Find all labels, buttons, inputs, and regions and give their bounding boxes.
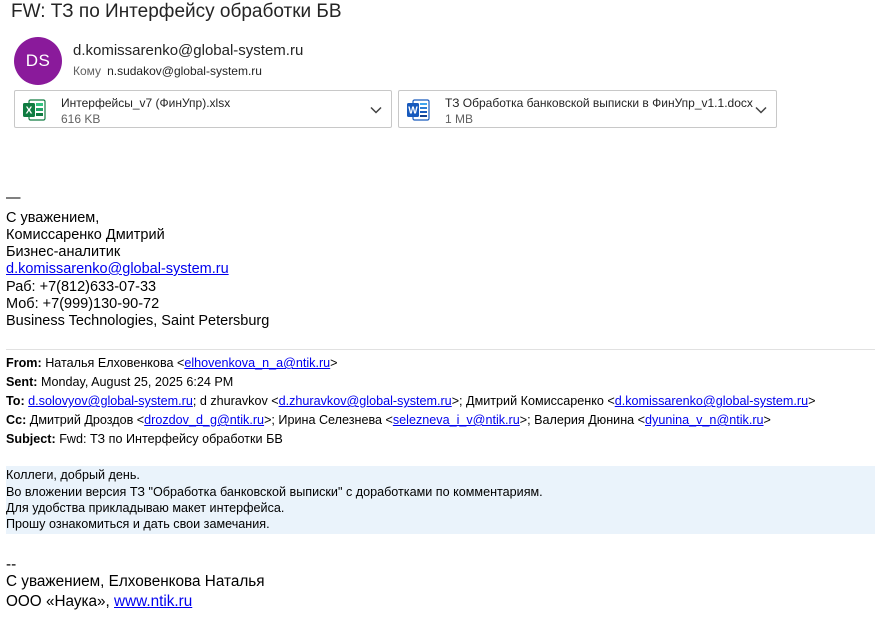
attachment-size: 616 KB [61, 112, 101, 126]
divider [6, 349, 875, 350]
body-line: Коллеги, добрый день. [6, 468, 140, 482]
cc-end: > [763, 413, 771, 427]
sent-value: Monday, August 25, 2025 6:24 PM [40, 375, 234, 389]
to-email-link[interactable]: d.zhuravkov@global-system.ru [279, 394, 452, 408]
attachment-name: ТЗ Обработка банковской выписки в ФинУпр… [445, 96, 753, 110]
signature-email-row: d.komissarenko@global-system.ru [6, 261, 229, 278]
recipient-row: Кому n.sudakov@global-system.ru [73, 64, 262, 78]
signature-regards: С уважением, [6, 210, 100, 226]
from-name: Наталья Елховенкова < [45, 356, 185, 370]
chevron-down-icon[interactable] [752, 101, 770, 119]
cc-name: Дмитрий Дроздов < [29, 413, 145, 427]
to-separator: >; Дмитрий Комиссаренко < [451, 394, 615, 408]
to-email-link[interactable]: d.solovyov@global-system.ru [28, 394, 193, 408]
word-file-icon: W [407, 99, 430, 121]
message-body: Коллеги, добрый день. Во вложении версия… [6, 466, 875, 534]
body-line: Для удобства прикладываю макет интерфейс… [6, 501, 285, 515]
avatar-initials: DS [25, 51, 51, 70]
subject-value: Fwd: ТЗ по Интерфейсу обработки БВ [59, 432, 283, 446]
recipient-address[interactable]: n.sudakov@global-system.ru [107, 64, 262, 78]
from-email-link[interactable]: elhovenkova_n_a@ntik.ru [184, 356, 330, 370]
forward-sent-row: Sent: Monday, August 25, 2025 6:24 PM [6, 373, 233, 392]
body-line: Прошу ознакомиться и дать свои замечания… [6, 517, 270, 531]
signature2-org-row: ООО «Наука», www.ntik.ru [6, 593, 192, 611]
chevron-down-icon[interactable] [367, 101, 385, 119]
to-separator: ; d zhuravkov < [192, 394, 279, 408]
svg-text:W: W [408, 106, 418, 117]
forward-to-row: To: d.solovyov@global-system.ru; d zhura… [6, 392, 815, 411]
subject-label: Subject: [6, 432, 56, 446]
cc-separator: >; Валерия Дюнина < [519, 413, 646, 427]
signature-email-link[interactable]: d.komissarenko@global-system.ru [6, 261, 229, 277]
body-line: Во вложении версия ТЗ "Обработка банковс… [6, 485, 543, 499]
signature-name: Комиссаренко Дмитрий [6, 227, 165, 243]
signature-company: Business Technologies, Saint Petersburg [6, 313, 270, 329]
sender-email[interactable]: d.komissarenko@global-system.ru [73, 42, 303, 59]
attachment-name: Интерфейсы_v7 (ФинУпр).xlsx [61, 96, 231, 110]
forward-subject-row: Subject: Fwd: ТЗ по Интерфейсу обработки… [6, 430, 283, 449]
cc-email-link[interactable]: selezneva_i_v@ntik.ru [393, 413, 520, 427]
website-link[interactable]: www.ntik.ru [114, 593, 192, 610]
cc-email-link[interactable]: drozdov_d_g@ntik.ru [144, 413, 264, 427]
cc-separator: >; Ирина Селезнева < [264, 413, 393, 427]
signature2-org: ООО «Наука», [6, 593, 115, 610]
avatar[interactable]: DS [14, 37, 62, 85]
cc-label: Cc: [6, 413, 27, 427]
attachment-size: 1 MB [445, 112, 474, 126]
to-label: To: [6, 394, 25, 408]
to-email-link[interactable]: d.komissarenko@global-system.ru [615, 394, 808, 408]
signature2-regards: С уважением, Елховенкова Наталья [6, 573, 265, 590]
to-label: Кому [73, 64, 102, 78]
excel-file-icon: X [23, 99, 46, 121]
signature-work-phone: Раб: +7(812)633-07-33 [6, 279, 157, 295]
from-end: > [330, 356, 338, 370]
attachment-docx[interactable]: W ТЗ Обработка банковской выписки в ФинУ… [398, 90, 777, 128]
signature2-dash: -- [6, 556, 17, 573]
attachment-xlsx[interactable]: X Интерфейсы_v7 (ФинУпр).xlsx 616 KB [14, 90, 392, 128]
forward-cc-row: Cc: Дмитрий Дроздов <drozdov_d_g@ntik.ru… [6, 411, 771, 430]
svg-text:X: X [26, 106, 33, 117]
to-end: > [808, 394, 816, 408]
signature-title: Бизнес-аналитик [6, 244, 121, 260]
cc-email-link[interactable]: dyunina_v_n@ntik.ru [645, 413, 764, 427]
forward-from-row: From: Наталья Елховенкова <elhovenkova_n… [6, 354, 338, 373]
email-subject: FW: ТЗ по Интерфейсу обработки БВ [11, 1, 342, 22]
sent-label: Sent: [6, 375, 38, 389]
from-label: From: [6, 356, 42, 370]
signature-mobile-phone: Моб: +7(999)130-90-72 [6, 296, 160, 312]
signature-dash: — [6, 190, 21, 206]
